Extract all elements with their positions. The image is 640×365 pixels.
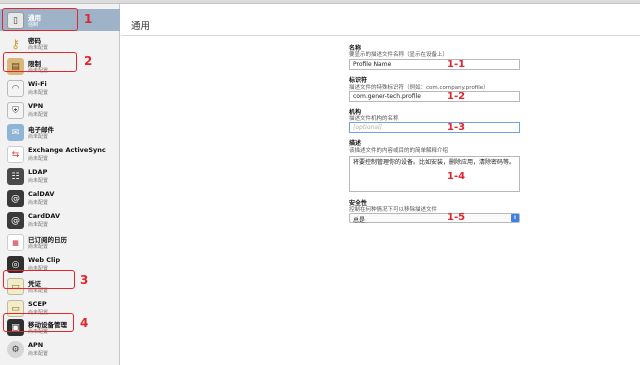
page-title: 通用 <box>131 21 151 32</box>
sidebar-item-label: Exchange ActiveSync <box>28 146 106 154</box>
sidebar-item-subscribed-calendars[interactable]: ▦ 已订阅的日历 尚未配置 <box>0 231 120 253</box>
security-select[interactable]: 总是 ⇕ <box>349 213 520 224</box>
sidebar-item-carddav[interactable]: @ CardDAV 尚未配置 <box>0 209 120 231</box>
security-description: 控制在何种情况下可以移除描述文件 <box>349 207 438 213</box>
sidebar-item-status: 尚未配置 <box>28 134 49 140</box>
sidebar-item-status: 尚未配置 <box>28 222 49 228</box>
subscribed-calendar-icon: ▦ <box>7 234 24 251</box>
sidebar-item-vpn[interactable]: ⛨ VPN 尚未配置 <box>0 99 120 121</box>
highlight-box-1 <box>2 8 78 31</box>
sidebar-item-status: 尚未配置 <box>28 90 49 96</box>
annotation-tag-1-3: 1-3 <box>447 122 466 133</box>
sidebar-item-label: Web Clip <box>28 256 61 264</box>
annotation-tag-1-4: 1-4 <box>447 171 466 182</box>
description-description: 该描述文件的内容或目的的简单解释介绍 <box>349 148 449 154</box>
sidebar-item-label: CardDAV <box>28 212 61 220</box>
email-icon: ✉ <box>7 124 24 141</box>
sidebar-item-caldav[interactable]: @ CalDAV 尚未配置 <box>0 187 120 209</box>
annotation-tag-1-2: 1-2 <box>447 91 466 102</box>
organization-description: 描述文件机构的名称 <box>349 116 399 122</box>
carddav-icon: @ <box>7 212 24 229</box>
payload-detail-panel: 通用 名称 要显示的描述文件名称（显示在设备上） 1-1 标识符 描述文件的特殊… <box>121 4 640 365</box>
sidebar-item-email[interactable]: ✉ 电子邮件 尚未配置 <box>0 121 120 143</box>
highlight-box-3 <box>3 270 75 289</box>
title-divider <box>121 35 640 36</box>
sidebar-item-ldap[interactable]: ☷ LDAP 尚未配置 <box>0 165 120 187</box>
organization-input[interactable] <box>349 122 520 133</box>
apn-gear-icon: ⚙ <box>7 341 24 358</box>
select-arrows-icon: ⇕ <box>511 214 519 222</box>
sidebar-item-status: 尚未配置 <box>28 156 49 162</box>
exchange-icon: ⇆ <box>7 146 24 163</box>
sidebar-item-apn[interactable]: ⚙ APN 尚未配置 <box>0 338 120 360</box>
sidebar-item-label: CalDAV <box>28 190 55 198</box>
ldap-icon: ☷ <box>7 168 24 185</box>
sidebar-item-exchange[interactable]: ⇆ Exchange ActiveSync 尚未配置 <box>0 143 120 165</box>
annotation-number-1: 1 <box>84 12 93 26</box>
annotation-tag-1-1: 1-1 <box>447 59 466 70</box>
highlight-box-2 <box>3 52 77 72</box>
annotation-tag-1-5: 1-5 <box>447 212 466 223</box>
identifier-input[interactable] <box>349 91 520 102</box>
sidebar-item-label: LDAP <box>28 168 48 176</box>
sidebar-item-label: Wi-Fi <box>28 80 47 88</box>
sidebar-item-passcode[interactable]: ⚷ 密码 尚未配置 <box>0 32 120 54</box>
description-textarea[interactable]: 将要控制管理你的设备。比如安装，删除应用，清除密码等。 <box>349 156 520 192</box>
sidebar-item-status: 尚未配置 <box>28 112 49 118</box>
sidebar-item-label: VPN <box>28 102 44 110</box>
caldav-icon: @ <box>7 190 24 207</box>
sidebar-item-status: 尚未配置 <box>28 45 49 51</box>
sidebar-item-status: 尚未配置 <box>28 244 49 250</box>
annotation-number-3: 3 <box>80 273 89 287</box>
sidebar-item-status: 尚未配置 <box>28 351 49 357</box>
sidebar-item-label: SCEP <box>28 300 47 308</box>
security-select-value: 总是 <box>353 217 366 224</box>
sidebar-item-label: APN <box>28 341 44 349</box>
profile-name-input[interactable] <box>349 59 520 70</box>
sidebar-item-wifi[interactable]: ◠ Wi-Fi 尚未配置 <box>0 77 120 99</box>
identifier-description: 描述文件的特殊标识符（例如：com.company.profile） <box>349 85 489 91</box>
highlight-box-4 <box>3 313 74 332</box>
vpn-icon: ⛨ <box>7 102 24 119</box>
sidebar-item-status: 尚未配置 <box>28 178 49 184</box>
name-description: 要显示的描述文件名称（显示在设备上） <box>349 52 449 58</box>
sidebar-item-status: 尚未配置 <box>28 200 49 206</box>
annotation-number-4: 4 <box>80 316 89 330</box>
wifi-icon: ◠ <box>7 80 24 97</box>
annotation-number-2: 2 <box>84 54 93 68</box>
key-icon: ⚷ <box>11 36 20 51</box>
